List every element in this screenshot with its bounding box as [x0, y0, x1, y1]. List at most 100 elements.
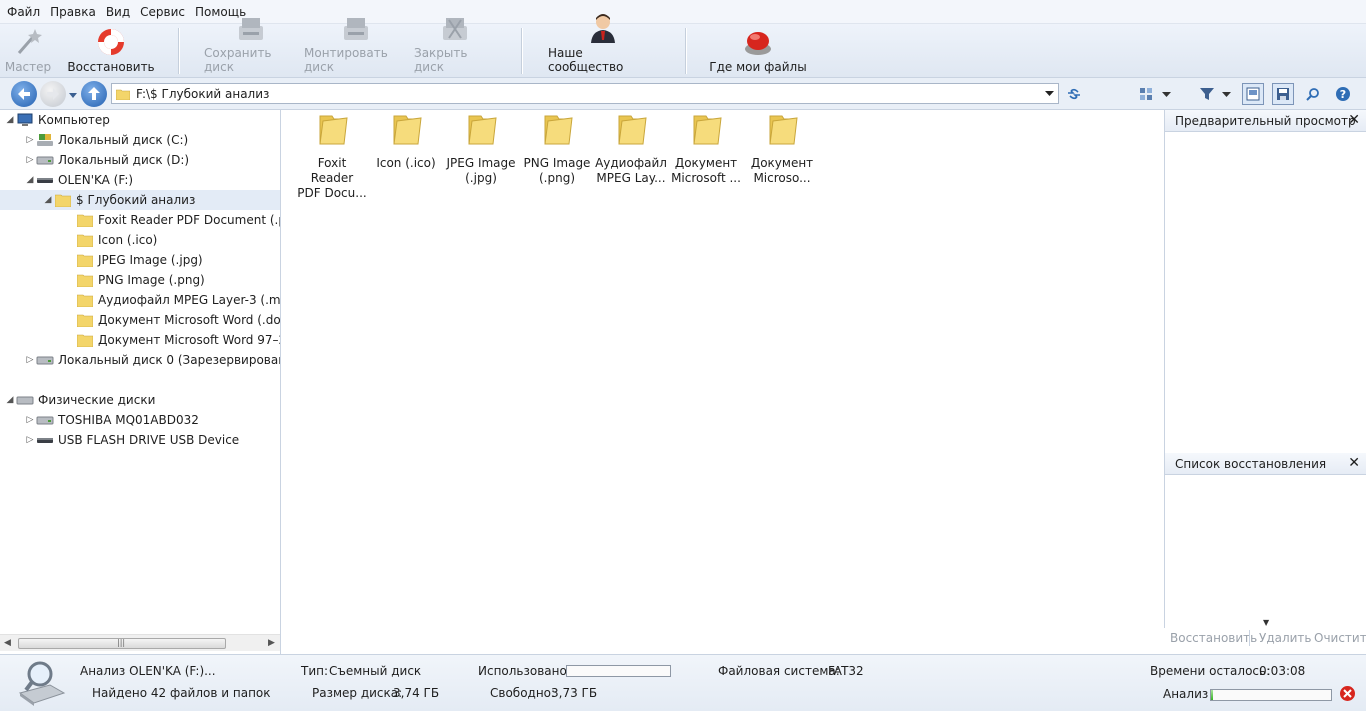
tree-horizontal-scrollbar[interactable]: ◀ ||| ▶ — [0, 634, 280, 651]
scroll-right-icon[interactable]: ▶ — [268, 638, 275, 648]
arrow-up-icon — [88, 87, 100, 100]
arrow-left-icon — [18, 88, 30, 100]
tree-item-disk-d[interactable]: ▷ Локальный диск (D:) — [24, 150, 190, 170]
close-icon[interactable]: ✕ — [1348, 112, 1360, 128]
restore-list-actions: Восстановить Удалить Очистить — [1164, 628, 1366, 648]
file-name-line2: PDF Docu... — [297, 186, 367, 200]
expand-arrow-icon[interactable]: ▷ — [24, 355, 36, 365]
tree-label: TOSHIBA MQ01ABD032 — [58, 413, 199, 427]
filter-dropdown[interactable] — [1218, 83, 1234, 105]
file-item[interactable]: Документ Microso... — [745, 110, 819, 186]
tree-item-child[interactable]: Аудиофайл MPEG Layer-3 (.mp3) — [76, 290, 280, 310]
scroll-left-icon[interactable]: ◀ — [4, 638, 11, 648]
free-value: 3,73 ГБ — [551, 686, 598, 700]
divider — [1249, 630, 1250, 646]
mount-disk-button[interactable]: Монтировать диск — [304, 18, 408, 78]
file-item[interactable]: Foxit Reader PDF Docu... — [295, 110, 369, 201]
folder-icon — [618, 115, 647, 145]
mount-disk-icon — [340, 14, 372, 44]
collapse-arrow-icon[interactable]: ◢ — [4, 395, 16, 405]
usb-drive-icon — [36, 432, 54, 448]
analysis-progress-bar — [1210, 689, 1332, 701]
menu-file[interactable]: Файл — [2, 0, 45, 24]
file-item[interactable]: JPEG Image (.jpg) — [444, 110, 518, 186]
tree-item-computer[interactable]: ◢ Компьютер — [4, 110, 110, 130]
file-name-line2: (.jpg) — [465, 171, 497, 185]
wizard-button[interactable]: Мастер — [4, 24, 52, 78]
where-files-button[interactable]: Где мои файлы — [706, 24, 810, 78]
refresh-button[interactable] — [1063, 83, 1085, 105]
up-button[interactable] — [81, 81, 107, 107]
collapse-arrow-icon[interactable]: ◢ — [42, 195, 54, 205]
community-button[interactable]: Наше сообщество — [548, 14, 658, 78]
file-item[interactable]: Аудиофайл MPEG Lay... — [594, 110, 668, 186]
address-field[interactable]: F:\$ Глубокий анализ — [111, 83, 1059, 104]
help-icon: ? — [1336, 87, 1350, 101]
restore-list-clear-button[interactable]: Очистить — [1314, 631, 1366, 645]
collapse-arrow-icon[interactable]: ◢ — [4, 115, 16, 125]
view-mode-button[interactable] — [1136, 83, 1158, 105]
folder-icon — [76, 232, 94, 248]
status-bar: Анализ OLEN'KA (F:)... Найдено 42 файлов… — [0, 654, 1366, 711]
stop-analysis-button[interactable] — [1339, 685, 1356, 705]
history-dropdown[interactable] — [68, 89, 78, 103]
tree-label: Документ Microsoft Word (.docx) — [98, 313, 281, 327]
tree-item-child[interactable]: JPEG Image (.jpg) — [76, 250, 203, 270]
back-button[interactable] — [11, 81, 37, 107]
expand-arrow-icon[interactable]: ▷ — [24, 415, 36, 425]
tree-item-disk-0[interactable]: ▷ Локальный диск 0 (Зарезервировано си — [24, 350, 280, 370]
preview-toggle-button[interactable] — [1242, 83, 1264, 105]
close-disk-button[interactable]: Закрыть диск — [414, 18, 496, 78]
mount-disk-label: Монтировать диск — [304, 46, 388, 74]
chevron-down-icon — [1161, 91, 1171, 97]
restore-button[interactable]: Восстановить — [67, 24, 155, 78]
tree-item-physical[interactable]: ◢ Физические диски — [4, 390, 156, 410]
computer-icon — [16, 112, 34, 128]
file-name-line1: Icon (.ico) — [376, 156, 436, 170]
menu-service[interactable]: Сервис — [135, 0, 190, 24]
collapse-arrow-icon[interactable]: ◢ — [24, 175, 36, 185]
folder-icon — [76, 292, 94, 308]
file-item[interactable]: PNG Image (.png) — [520, 110, 594, 186]
tree-item-child[interactable]: Icon (.ico) — [76, 230, 157, 250]
tree-item-child[interactable]: Foxit Reader PDF Document (.pdf) — [76, 210, 280, 230]
filter-icon — [1200, 88, 1214, 100]
tree-item-olenka[interactable]: ◢ OLEN'KA (F:) — [24, 170, 134, 190]
menu-edit[interactable]: Правка — [45, 0, 101, 24]
menu-view[interactable]: Вид — [101, 0, 135, 24]
usb-drive-icon — [36, 172, 54, 188]
expand-arrow-icon[interactable]: ▷ — [24, 135, 36, 145]
save-disk-label: Сохранить диск — [204, 46, 272, 74]
file-item[interactable]: Icon (.ico) — [369, 110, 443, 171]
close-icon[interactable]: ✕ — [1348, 455, 1360, 471]
folder-icon — [76, 272, 94, 288]
view-mode-dropdown[interactable] — [1158, 83, 1174, 105]
help-button[interactable]: ? — [1332, 83, 1354, 105]
tree-item-disk-c[interactable]: ▷ Локальный диск (C:) — [24, 130, 189, 150]
tree-item-toshiba[interactable]: ▷ TOSHIBA MQ01ABD032 — [24, 410, 199, 430]
search-button[interactable] — [1302, 83, 1324, 105]
filter-button[interactable] — [1196, 83, 1218, 105]
restore-list-delete-button[interactable]: Удалить — [1259, 631, 1312, 645]
forward-button[interactable] — [40, 81, 66, 107]
save-disk-icon — [235, 14, 267, 44]
tree-item-child[interactable]: Документ Microsoft Word (.docx) — [76, 310, 281, 330]
tree-item-usb[interactable]: ▷ USB FLASH DRIVE USB Device — [24, 430, 240, 450]
free-label: Свободно: — [490, 686, 556, 700]
tree-item-child[interactable]: Документ Microsoft Word 97–2003 — [76, 330, 280, 350]
file-item[interactable]: Документ Microsoft ... — [669, 110, 743, 186]
restore-list-restore-button[interactable]: Восстановить — [1170, 631, 1257, 645]
chevron-down-icon[interactable] — [1045, 90, 1054, 97]
expand-arrow-icon[interactable]: ▷ — [24, 435, 36, 445]
expand-arrow-icon[interactable]: ▷ — [24, 155, 36, 165]
tree-item-child[interactable]: PNG Image (.png) — [76, 270, 205, 290]
tree-label: JPEG Image (.jpg) — [98, 253, 203, 267]
restore-list-toggle-button[interactable] — [1272, 83, 1294, 105]
save-disk-button[interactable]: Сохранить диск — [204, 18, 298, 78]
chevron-down-icon[interactable]: ▼ — [1263, 618, 1269, 627]
tree-label: OLEN'KA (F:) — [58, 173, 134, 187]
drive-icon — [36, 412, 54, 428]
restore-list-header: Список восстановления ✕ — [1165, 453, 1366, 475]
tree-item-deep-analysis[interactable]: ◢ $ Глубокий анализ — [0, 190, 280, 210]
tree-label: Icon (.ico) — [98, 233, 158, 247]
